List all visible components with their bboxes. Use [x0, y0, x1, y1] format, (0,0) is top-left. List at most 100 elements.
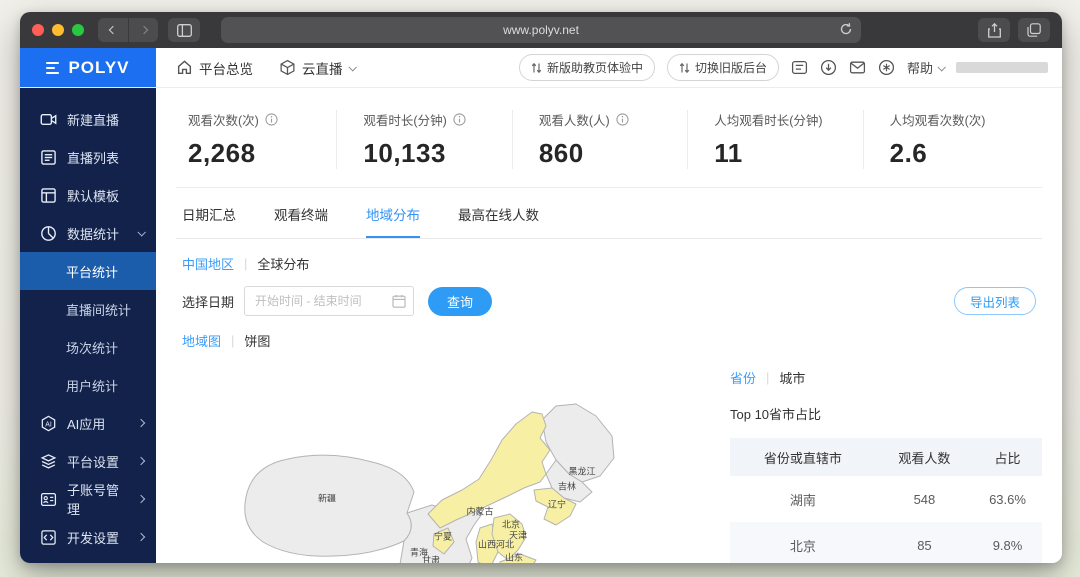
export-list-button[interactable]: 导出列表	[954, 287, 1036, 315]
sidebar-item-live-list[interactable]: 直播列表	[20, 138, 156, 176]
sidebar-subitem-platform-statistics[interactable]: 平台统计	[20, 252, 156, 290]
china-region-link[interactable]: 中国地区	[182, 254, 234, 273]
sidebar-subitem-user-statistics[interactable]: 用户统计	[20, 366, 156, 404]
map-label-jilin: 吉林	[558, 480, 576, 493]
new-assistant-label: 新版助教页体验中	[547, 59, 643, 76]
table-header-row: 省份或直辖市 观看人数 占比	[730, 438, 1042, 476]
download-icon[interactable]	[820, 59, 837, 76]
stat-value: 2.6	[890, 138, 1038, 169]
switch-old-console-button[interactable]: 切换旧版后台	[667, 54, 779, 81]
china-map[interactable]: 新疆 黑龙江 吉林 辽宁 内蒙古 北京 天津 宁夏 山西 河北 山东 青海 甘肃	[176, 354, 710, 563]
divider: |	[244, 256, 247, 271]
share-icon	[988, 23, 1001, 38]
help-menu[interactable]: 帮助	[907, 58, 944, 77]
sidebar-sublabel: 场次统计	[66, 338, 118, 357]
cell-viewers: 548	[876, 476, 973, 522]
cell-province: 北京	[730, 522, 876, 563]
reload-icon[interactable]	[839, 22, 853, 36]
map-label-xinjiang: 新疆	[318, 492, 336, 505]
main-content: 观看次数(次) 2,268 观看时长(分钟) 10,133 观看人数(人) 86…	[156, 88, 1062, 563]
sidebar-subitem-session-statistics[interactable]: 场次统计	[20, 328, 156, 366]
sidebar: 新建直播 直播列表 默认模板 数据统计 平台统计 直播间统计 场	[20, 88, 156, 563]
tab-overview-icon	[1027, 23, 1041, 37]
polyv-logo[interactable]: POLYV	[20, 48, 156, 87]
tab-region-distribution[interactable]: 地域分布	[366, 204, 420, 238]
switch-old-label: 切换旧版后台	[695, 59, 767, 76]
browser-tabs-button[interactable]	[1018, 18, 1050, 42]
stat-card-avg-minutes: 人均观看时长(分钟) 11	[687, 110, 862, 169]
ai-icon: AI	[40, 415, 57, 432]
tab-max-online[interactable]: 最高在线人数	[458, 204, 539, 238]
map-label-hebei: 河北	[496, 538, 514, 551]
sidebar-item-data-statistics[interactable]: 数据统计	[20, 214, 156, 252]
home-icon	[176, 59, 193, 76]
zoom-window-button[interactable]	[72, 24, 84, 36]
info-icon[interactable]	[265, 113, 278, 126]
new-assistant-page-button[interactable]: 新版助教页体验中	[519, 54, 655, 81]
sidebar-label: 新建直播	[67, 110, 144, 129]
browser-back-button[interactable]	[98, 18, 128, 42]
sidebar-label: 数据统计	[67, 224, 128, 243]
ranking-panel: 省份 | 城市 Top 10省市占比 省份或直辖市 观看人数 占比	[710, 354, 1042, 563]
info-icon[interactable]	[616, 113, 629, 126]
global-region-link[interactable]: 全球分布	[257, 254, 309, 273]
map-label-shandong: 山东	[505, 551, 523, 564]
date-range-input[interactable]	[244, 286, 414, 316]
query-button[interactable]: 查询	[428, 287, 492, 316]
sidebar-item-default-template[interactable]: 默认模板	[20, 176, 156, 214]
nav-cloud-live[interactable]: 云直播	[279, 58, 355, 78]
col-header-pct: 占比	[973, 438, 1042, 476]
chevron-down-icon	[348, 63, 356, 71]
view-switch: 地域图 | 饼图	[176, 316, 1042, 350]
browser-sidebar-toggle-button[interactable]	[168, 18, 200, 42]
date-filter-row: 选择日期 查询 导出列表	[176, 273, 1042, 316]
tab-date-summary[interactable]: 日期汇总	[182, 204, 236, 238]
tab-watch-terminal[interactable]: 观看终端	[274, 204, 328, 238]
browser-share-button[interactable]	[978, 18, 1010, 42]
map-view-link[interactable]: 地域图	[182, 331, 221, 350]
account-name-redacted[interactable]	[956, 62, 1048, 73]
cell-province: 湖南	[730, 476, 876, 522]
table-row: 北京 85 9.8%	[730, 522, 1042, 563]
stat-label: 观看人数(人)	[539, 110, 610, 129]
sidebar-item-platform-settings[interactable]: 平台设置	[20, 442, 156, 480]
statistics-tabs: 日期汇总 观看终端 地域分布 最高在线人数	[176, 188, 1042, 239]
pie-view-link[interactable]: 饼图	[244, 331, 270, 350]
news-icon[interactable]	[791, 59, 808, 76]
cube-icon	[279, 59, 296, 76]
svg-text:AI: AI	[45, 421, 52, 428]
mail-icon[interactable]	[849, 59, 866, 76]
col-header-province: 省份或直辖市	[730, 438, 876, 476]
province-toggle-link[interactable]: 省份	[730, 368, 756, 387]
cell-pct: 9.8%	[973, 522, 1042, 563]
service-icon[interactable]	[878, 59, 895, 76]
chevron-down-icon	[137, 228, 145, 236]
nav-platform-overview[interactable]: 平台总览	[176, 58, 253, 78]
chevron-right-icon	[139, 26, 147, 34]
stat-card-viewers: 观看人数(人) 860	[512, 110, 687, 169]
sidebar-item-subaccount-management[interactable]: 子账号管理	[20, 480, 156, 518]
sidebar-icon	[177, 24, 192, 37]
sidebar-label: 平台设置	[67, 452, 128, 471]
browser-address-bar[interactable]: www.polyv.net	[221, 17, 861, 43]
layers-icon	[40, 453, 57, 470]
region-switch: 中国地区 | 全球分布	[176, 239, 1042, 273]
traffic-lights	[32, 24, 84, 36]
sidebar-item-new-live[interactable]: 新建直播	[20, 100, 156, 138]
browser-forward-button[interactable]	[128, 18, 158, 42]
calendar-icon[interactable]	[392, 294, 406, 308]
minimize-window-button[interactable]	[52, 24, 64, 36]
stat-card-views: 观看次数(次) 2,268	[180, 110, 336, 169]
sidebar-subitem-room-statistics[interactable]: 直播间统计	[20, 290, 156, 328]
sidebar-sublabel: 用户统计	[66, 376, 118, 395]
sidebar-item-ai-apps[interactable]: AI AI应用	[20, 404, 156, 442]
sidebar-item-developer-settings[interactable]: 开发设置	[20, 518, 156, 556]
sidebar-label: 子账号管理	[67, 480, 128, 518]
id-card-icon	[40, 491, 57, 508]
template-icon	[40, 187, 57, 204]
stat-value: 860	[539, 138, 687, 169]
city-toggle-link[interactable]: 城市	[779, 368, 805, 387]
menu-collapse-icon[interactable]	[46, 62, 59, 74]
info-icon[interactable]	[453, 113, 466, 126]
close-window-button[interactable]	[32, 24, 44, 36]
